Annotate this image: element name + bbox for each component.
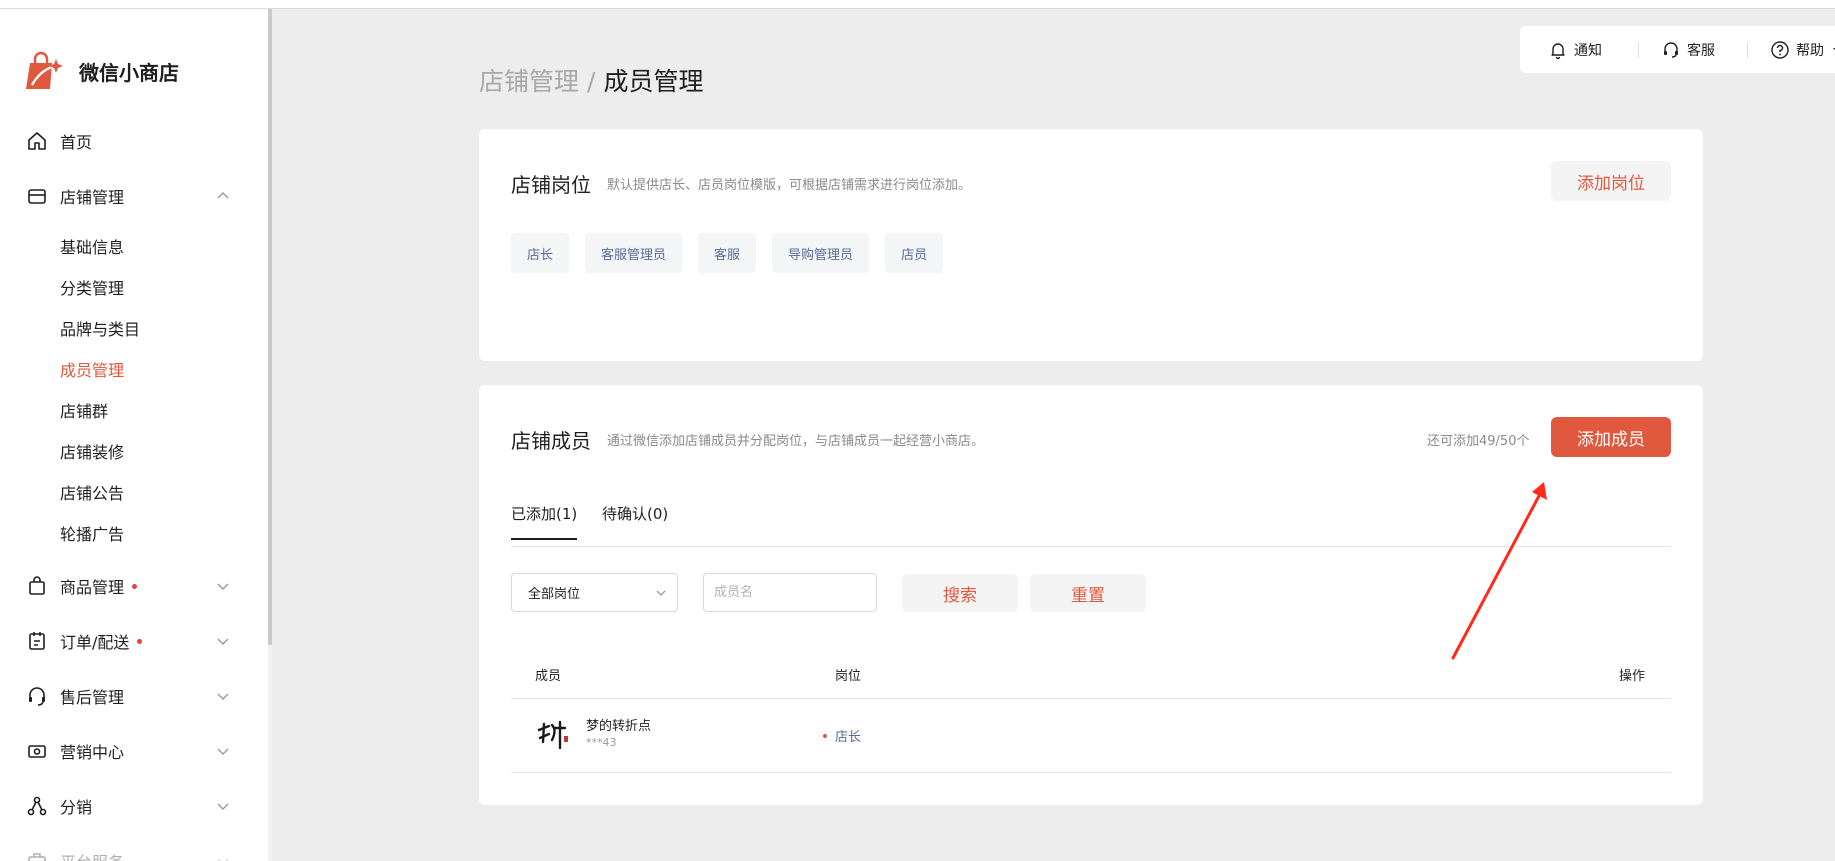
- home-icon: [28, 132, 46, 150]
- store-icon: [28, 189, 46, 204]
- briefcase-icon: [28, 853, 46, 861]
- role-filter-select[interactable]: 全部岗位: [511, 573, 678, 612]
- sidebar-subitem-brand[interactable]: 品牌与类目: [60, 316, 140, 340]
- role-tag[interactable]: 店长: [511, 233, 570, 273]
- role-tag-list: 店长 客服管理员 客服 导购管理员 店员: [511, 233, 944, 273]
- question-circle-icon: [1771, 40, 1789, 59]
- role-filter-value: 全部岗位: [528, 587, 581, 602]
- member-name: 梦的转折点: [586, 719, 652, 734]
- sidebar-item-label: 平台服务: [60, 849, 124, 861]
- member-role-label: 店长: [835, 730, 862, 745]
- add-member-button[interactable]: 添加成员: [1551, 417, 1671, 457]
- chevron-down-icon: [656, 590, 666, 596]
- sidebar-item-orders[interactable]: 订单/配送: [0, 619, 268, 663]
- page-title: 成员管理: [603, 67, 704, 96]
- sidebar-item-platform[interactable]: 平台服务: [0, 839, 268, 861]
- chevron-down-icon: [217, 693, 229, 700]
- sidebar-subitem-category[interactable]: 分类管理: [60, 275, 124, 299]
- avatar: [535, 716, 571, 752]
- sidebar-subitem-members[interactable]: 成员管理: [60, 357, 124, 381]
- sidebar-item-label: 营销中心: [60, 743, 125, 762]
- chevron-down-icon: [217, 583, 229, 590]
- sidebar-item-label: 分销: [60, 798, 93, 817]
- breadcrumb-parent[interactable]: 店铺管理: [479, 67, 579, 96]
- headset-icon: [1664, 41, 1678, 58]
- notification-dot: [137, 639, 143, 644]
- table-header-divider: [511, 698, 1671, 699]
- app-logo[interactable]: 微信小商店: [22, 49, 179, 93]
- sidebar-item-aftersale[interactable]: 售后管理: [0, 674, 268, 718]
- sidebar-item-goods[interactable]: 商品管理: [0, 564, 268, 608]
- roles-card: 店铺岗位 默认提供店长、店员岗位模版，可根据店铺需求进行岗位添加。 添加岗位 店…: [479, 129, 1703, 361]
- chevron-up-icon: [217, 192, 229, 199]
- column-header-actions: 操作: [1619, 669, 1646, 684]
- bag-icon: [29, 576, 45, 595]
- chevron-down-icon: [217, 638, 229, 645]
- sidebar-scrollbar-track[interactable]: [268, 645, 272, 861]
- notification-dot: [132, 584, 138, 589]
- ticket-icon: [28, 745, 46, 758]
- roles-card-desc: 默认提供店长、店员岗位模版，可根据店铺需求进行岗位添加。: [607, 178, 972, 193]
- sidebar-item-home[interactable]: 首页: [0, 119, 268, 163]
- sidebar-item-label: 店铺管理: [60, 188, 125, 207]
- chevron-down-icon: [217, 748, 229, 755]
- column-header-member: 成员: [535, 669, 562, 684]
- members-card-title: 店铺成员: [511, 429, 591, 453]
- member-id: ***43: [586, 736, 617, 749]
- table-row-divider: [511, 772, 1671, 773]
- sidebar-subitem-basic-info[interactable]: 基础信息: [60, 234, 124, 258]
- chevron-down-icon: [217, 803, 229, 810]
- notify-label: 通知: [1574, 42, 1602, 59]
- reset-button[interactable]: 重置: [1030, 574, 1146, 612]
- member-role: 店长: [823, 726, 861, 745]
- member-name-input[interactable]: [703, 573, 877, 612]
- sidebar-item-label: 售后管理: [60, 688, 125, 707]
- annotation-arrow-icon: [1451, 482, 1547, 660]
- chevron-down-icon: [217, 858, 229, 861]
- search-button[interactable]: 搜索: [902, 574, 1018, 612]
- toolbar-divider: [1638, 41, 1639, 58]
- column-header-role: 岗位: [835, 669, 862, 684]
- roles-card-title: 店铺岗位: [511, 173, 591, 197]
- role-dot: [823, 733, 827, 738]
- top-border: [0, 0, 1835, 9]
- sidebar-subitem-store-group[interactable]: 店铺群: [60, 398, 108, 422]
- sidebar-scrollbar-thumb[interactable]: [268, 9, 272, 645]
- breadcrumb: 店铺管理 / 成员管理: [479, 62, 703, 98]
- sidebar-subitem-decoration[interactable]: 店铺装修: [60, 439, 124, 463]
- member-quota: 还可添加49/50个: [1427, 434, 1530, 449]
- add-role-button[interactable]: 添加岗位: [1551, 161, 1671, 201]
- role-tag[interactable]: 客服: [698, 233, 757, 273]
- sidebar-item-label: 商品管理: [60, 574, 138, 598]
- tab-added[interactable]: 已添加(1): [511, 503, 578, 540]
- help-label: 帮助: [1796, 42, 1824, 59]
- sidebar: 微信小商店 首页 店铺管理 基础信息 分类管理 品牌与类目 成员管理 店铺群 店…: [0, 9, 268, 861]
- bell-icon: [1551, 42, 1565, 59]
- tab-pending[interactable]: 待确认(0): [602, 503, 668, 538]
- members-card-desc: 通过微信添加店铺成员并分配岗位，与店铺成员一起经营小商店。: [607, 434, 985, 449]
- service-label: 客服: [1687, 42, 1715, 59]
- service-button[interactable]: 客服: [1661, 40, 1715, 60]
- share-nodes-icon: [27, 796, 47, 816]
- role-tag[interactable]: 客服管理员: [585, 233, 683, 273]
- clipboard-icon: [29, 632, 45, 650]
- sidebar-subitem-banner[interactable]: 轮播广告: [60, 521, 124, 545]
- breadcrumb-separator: /: [587, 67, 596, 96]
- app-name: 微信小商店: [79, 60, 179, 85]
- role-tag[interactable]: 店员: [885, 233, 944, 273]
- sidebar-subitem-notice[interactable]: 店铺公告: [60, 480, 124, 504]
- notify-button[interactable]: 通知: [1548, 40, 1602, 60]
- sidebar-item-distribution[interactable]: 分销: [0, 784, 268, 828]
- headset-icon: [29, 687, 45, 706]
- help-dropdown[interactable]: 帮助: [1770, 40, 1835, 60]
- shopping-bag-logo-icon: [26, 51, 63, 89]
- sidebar-item-label: 订单/配送: [60, 629, 143, 653]
- sidebar-item-marketing[interactable]: 营销中心: [0, 729, 268, 773]
- toolbar-divider: [1747, 41, 1748, 58]
- role-tag[interactable]: 导购管理员: [772, 233, 870, 273]
- sidebar-item-store[interactable]: 店铺管理: [0, 174, 268, 218]
- sidebar-item-label: 首页: [60, 133, 93, 152]
- top-toolbar: 通知 客服 帮助: [1520, 26, 1835, 73]
